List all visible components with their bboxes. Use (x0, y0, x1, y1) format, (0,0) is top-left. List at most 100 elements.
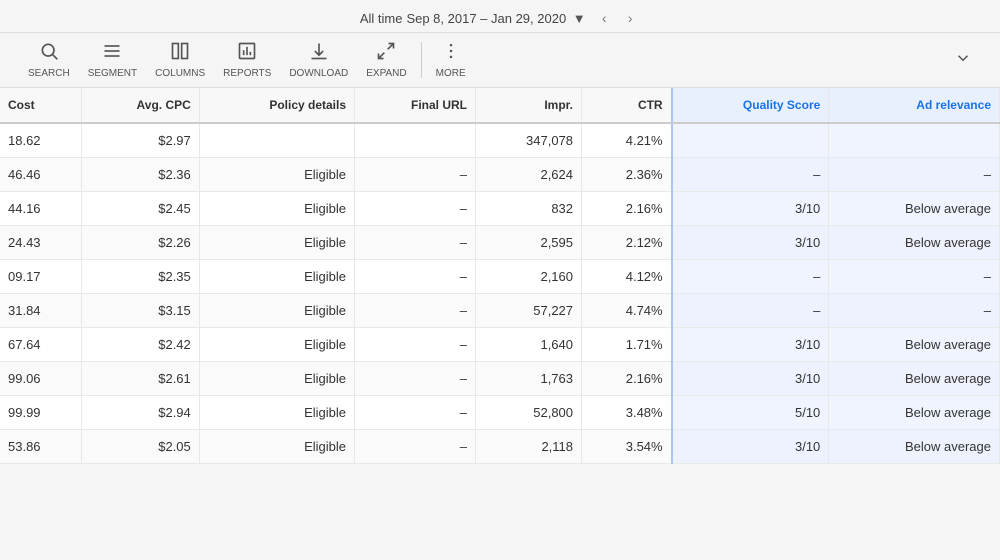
cell-impr: 2,118 (475, 430, 581, 464)
table-row: 99.99$2.94Eligible–52,8003.48%5/10Below … (0, 396, 1000, 430)
cell-final_url: – (355, 158, 476, 192)
cell-impr: 57,227 (475, 294, 581, 328)
cell-ad_relevance: – (829, 158, 1000, 192)
columns-label: COLUMNS (155, 68, 205, 79)
search-icon (39, 41, 59, 66)
cell-cost: 44.16 (0, 192, 81, 226)
download-toolbar-item[interactable]: DOWNLOAD (281, 37, 356, 83)
search-label: SEARCH (28, 68, 70, 79)
cell-avg_cpc: $2.61 (81, 362, 199, 396)
col-quality-score[interactable]: Quality Score (672, 88, 829, 123)
cell-final_url: – (355, 192, 476, 226)
date-dropdown-icon[interactable]: ▼ (570, 9, 588, 27)
cell-policy: Eligible (199, 158, 354, 192)
columns-icon (170, 41, 190, 66)
table-row: 18.62$2.97347,0784.21% (0, 123, 1000, 158)
cell-final_url: – (355, 260, 476, 294)
download-icon (309, 41, 329, 66)
cell-quality_score: 3/10 (672, 328, 829, 362)
cell-quality_score: 3/10 (672, 362, 829, 396)
cell-quality_score: 3/10 (672, 192, 829, 226)
next-arrow[interactable]: › (620, 8, 640, 28)
col-impr[interactable]: Impr. (475, 88, 581, 123)
col-ad-relevance[interactable]: Ad relevance (829, 88, 1000, 123)
segment-toolbar-item[interactable]: SEGMENT (80, 37, 145, 83)
cell-final_url: – (355, 226, 476, 260)
cell-impr: 832 (475, 192, 581, 226)
table-wrapper: Cost Avg. CPC Policy details Final URL I… (0, 88, 1000, 558)
expand-toolbar-item[interactable]: EXPAND (358, 37, 414, 83)
cell-quality_score: – (672, 294, 829, 328)
cell-policy: Eligible (199, 328, 354, 362)
cell-impr: 2,595 (475, 226, 581, 260)
cell-quality_score: 3/10 (672, 430, 829, 464)
columns-toolbar-item[interactable]: COLUMNS (147, 37, 213, 83)
prev-arrow[interactable]: ‹ (594, 8, 614, 28)
reports-toolbar-item[interactable]: REPORTS (215, 37, 279, 83)
cell-cost: 67.64 (0, 328, 81, 362)
cell-ctr: 2.16% (582, 362, 672, 396)
cell-avg_cpc: $2.35 (81, 260, 199, 294)
col-avg-cpc[interactable]: Avg. CPC (81, 88, 199, 123)
col-ctr[interactable]: CTR (582, 88, 672, 123)
cell-ad_relevance (829, 123, 1000, 158)
cell-ctr: 4.12% (582, 260, 672, 294)
cell-ad_relevance: – (829, 294, 1000, 328)
cell-ctr: 2.16% (582, 192, 672, 226)
main-table: Cost Avg. CPC Policy details Final URL I… (0, 88, 1000, 464)
cell-cost: 18.62 (0, 123, 81, 158)
cell-avg_cpc: $2.26 (81, 226, 199, 260)
cell-cost: 24.43 (0, 226, 81, 260)
table-header-row: Cost Avg. CPC Policy details Final URL I… (0, 88, 1000, 123)
more-icon (441, 41, 461, 66)
cell-cost: 99.06 (0, 362, 81, 396)
cell-policy: Eligible (199, 294, 354, 328)
expand-icon (376, 41, 396, 66)
table-row: 67.64$2.42Eligible–1,6401.71%3/10Below a… (0, 328, 1000, 362)
cell-final_url: – (355, 396, 476, 430)
toolbar-divider (421, 42, 422, 78)
cell-avg_cpc: $2.05 (81, 430, 199, 464)
col-final-url[interactable]: Final URL (355, 88, 476, 123)
col-cost[interactable]: Cost (0, 88, 81, 123)
more-toolbar-item[interactable]: MORE (428, 37, 474, 83)
cell-quality_score: 3/10 (672, 226, 829, 260)
table-row: 46.46$2.36Eligible–2,6242.36%–– (0, 158, 1000, 192)
cell-ctr: 2.36% (582, 158, 672, 192)
cell-final_url: – (355, 362, 476, 396)
cell-ctr: 3.48% (582, 396, 672, 430)
cell-policy: Eligible (199, 430, 354, 464)
cell-policy: Eligible (199, 226, 354, 260)
toolbar-chevron-icon[interactable] (946, 45, 980, 76)
table-row: 31.84$3.15Eligible–57,2274.74%–– (0, 294, 1000, 328)
cell-cost: 53.86 (0, 430, 81, 464)
cell-ad_relevance: Below average (829, 226, 1000, 260)
cell-impr: 2,624 (475, 158, 581, 192)
cell-policy: Eligible (199, 362, 354, 396)
cell-final_url (355, 123, 476, 158)
cell-cost: 31.84 (0, 294, 81, 328)
col-policy[interactable]: Policy details (199, 88, 354, 123)
more-label: MORE (436, 68, 466, 79)
cell-avg_cpc: $2.36 (81, 158, 199, 192)
cell-ad_relevance: Below average (829, 362, 1000, 396)
cell-ad_relevance: Below average (829, 430, 1000, 464)
cell-avg_cpc: $2.45 (81, 192, 199, 226)
cell-impr: 347,078 (475, 123, 581, 158)
cell-ctr: 1.71% (582, 328, 672, 362)
cell-policy: Eligible (199, 260, 354, 294)
cell-ad_relevance: – (829, 260, 1000, 294)
cell-quality_score: – (672, 260, 829, 294)
top-bar: All time Sep 8, 2017 – Jan 29, 2020 ▼ ‹ … (0, 0, 1000, 33)
search-toolbar-item[interactable]: SEARCH (20, 37, 78, 83)
table-row: 53.86$2.05Eligible–2,1183.54%3/10Below a… (0, 430, 1000, 464)
cell-final_url: – (355, 294, 476, 328)
reports-label: REPORTS (223, 68, 271, 79)
table-row: 44.16$2.45Eligible–8322.16%3/10Below ave… (0, 192, 1000, 226)
cell-policy: Eligible (199, 192, 354, 226)
cell-avg_cpc: $3.15 (81, 294, 199, 328)
cell-quality_score: 5/10 (672, 396, 829, 430)
segment-label: SEGMENT (88, 68, 137, 79)
date-range-text: Sep 8, 2017 – Jan 29, 2020 (406, 11, 566, 26)
reports-icon (237, 41, 257, 66)
